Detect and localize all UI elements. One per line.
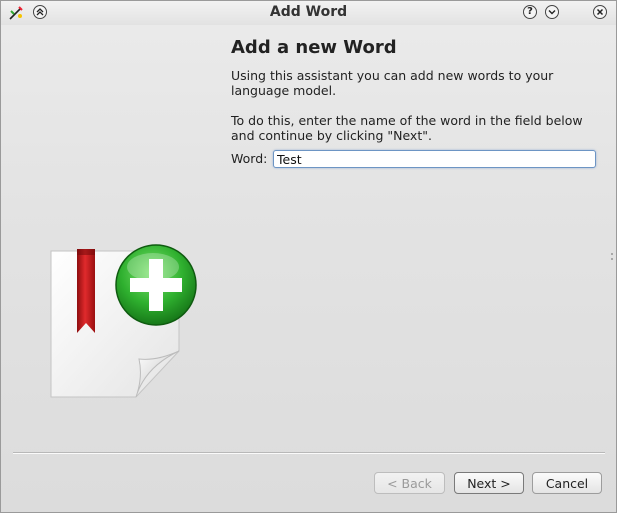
instruction-text: To do this, enter the name of the word i… — [231, 113, 583, 143]
next-button[interactable]: Next > — [454, 472, 524, 494]
cancel-button[interactable]: Cancel — [532, 472, 602, 494]
add-document-icon — [50, 244, 197, 398]
word-label: Word: — [231, 151, 268, 166]
title-bar[interactable]: Add Word ? — [1, 1, 616, 25]
add-word-dialog: Add Word ? Add a new Word Using this ass… — [0, 0, 617, 513]
chevron-down-icon[interactable] — [545, 5, 559, 19]
close-icon[interactable] — [593, 5, 607, 19]
footer-separator — [13, 452, 605, 454]
word-input[interactable] — [273, 150, 596, 168]
help-icon[interactable]: ? — [523, 5, 537, 19]
page-title: Add a new Word — [231, 37, 397, 58]
resize-grip-icon[interactable] — [611, 253, 614, 261]
intro-text: Using this assistant you can add new wor… — [231, 68, 554, 98]
back-button[interactable]: < Back — [374, 472, 445, 494]
